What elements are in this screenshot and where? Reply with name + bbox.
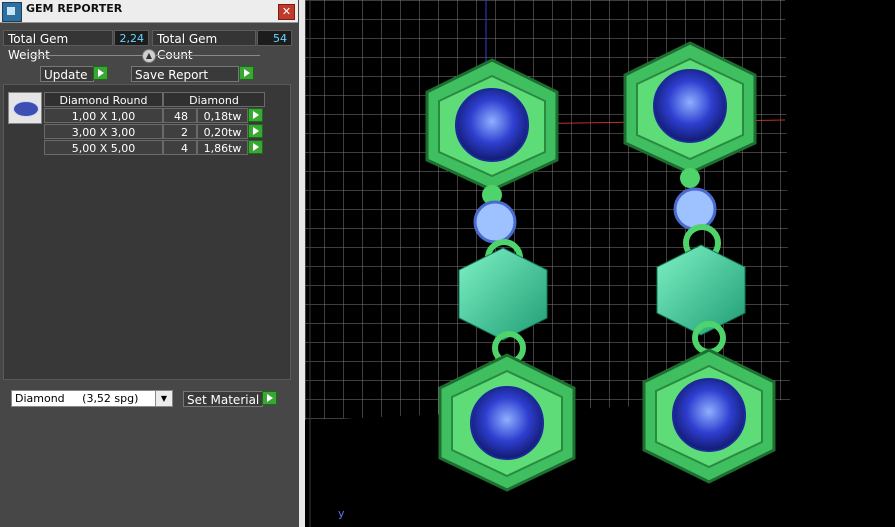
title-bar: GEM REPORTER ✕ bbox=[0, 0, 298, 23]
row-size: 3,00 X 3,00 bbox=[44, 124, 163, 139]
close-icon[interactable]: ✕ bbox=[278, 4, 295, 20]
3d-viewport[interactable]: y bbox=[305, 0, 895, 527]
total-gem-weight-value: 2,24 bbox=[114, 30, 149, 46]
material-select-value: Diamond (3,52 spg) bbox=[15, 392, 139, 405]
row-weight: 0,18tw bbox=[197, 108, 248, 123]
row-select-icon[interactable] bbox=[248, 140, 263, 154]
update-go-icon[interactable] bbox=[93, 66, 108, 80]
update-button[interactable]: Update bbox=[40, 66, 94, 82]
collapse-toggle-icon[interactable]: ▲ bbox=[142, 49, 156, 63]
row-select-icon[interactable] bbox=[248, 124, 263, 138]
total-gem-count-value: 54 bbox=[257, 30, 292, 46]
row-count: 48 bbox=[163, 108, 197, 123]
save-report-go-icon[interactable] bbox=[239, 66, 254, 80]
row-weight: 1,86tw bbox=[197, 140, 248, 155]
row-count: 4 bbox=[163, 140, 197, 155]
set-material-go-icon[interactable] bbox=[262, 391, 277, 405]
row-weight: 0,20tw bbox=[197, 124, 248, 139]
window-title: GEM REPORTER bbox=[26, 2, 123, 15]
material-select[interactable]: Diamond (3,52 spg) ▼ bbox=[11, 390, 173, 407]
viewport-canvas: y bbox=[305, 0, 790, 527]
diamond-round-thumbnail-icon[interactable] bbox=[8, 92, 42, 124]
total-gem-count-label: Total Gem Count bbox=[152, 30, 256, 62]
save-report-button[interactable]: Save Report bbox=[131, 66, 239, 82]
row-count: 2 bbox=[163, 124, 197, 139]
header-diamond-round: Diamond Round bbox=[44, 92, 163, 107]
row-select-icon[interactable] bbox=[248, 108, 263, 122]
set-material-button[interactable]: Set Material bbox=[183, 391, 263, 407]
row-size: 5,00 X 5,00 bbox=[44, 140, 163, 155]
row-size: 1,00 X 1,00 bbox=[44, 108, 163, 123]
header-diamond: Diamond bbox=[163, 92, 265, 107]
total-gem-weight-label: Total Gem Weight bbox=[3, 30, 113, 62]
gem-reporter-app-icon bbox=[2, 2, 22, 22]
axis-y-label: y bbox=[338, 507, 345, 520]
chevron-down-icon[interactable]: ▼ bbox=[155, 391, 172, 406]
gem-reporter-panel: GEM REPORTER ✕ Total Gem Weight 2,24 Tot… bbox=[0, 0, 300, 527]
